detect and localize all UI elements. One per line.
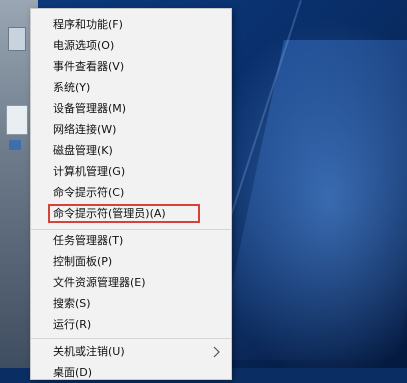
- menu-item-task-manager[interactable]: 任务管理器(T): [31, 231, 231, 251]
- menu-item-system[interactable]: 系统(Y): [31, 78, 231, 98]
- desktop-document-icon[interactable]: [6, 105, 28, 135]
- desktop-file-icon[interactable]: [8, 27, 26, 51]
- menu-separator: [31, 229, 231, 230]
- menu-separator: [31, 338, 231, 339]
- menu-item-label: 运行(R): [53, 318, 92, 331]
- menu-item-desktop[interactable]: 桌面(D): [31, 363, 231, 383]
- menu-item-shutdown-signout[interactable]: 关机或注销(U): [31, 342, 231, 362]
- menu-item-programs-features[interactable]: 程序和功能(F): [31, 15, 231, 35]
- menu-item-label: 程序和功能(F): [53, 18, 123, 31]
- menu-item-label: 命令提示符(C): [53, 186, 125, 199]
- menu-item-file-explorer[interactable]: 文件资源管理器(E): [31, 273, 231, 293]
- menu-item-label: 电源选项(O): [53, 39, 115, 52]
- wallpaper-light-beam: [215, 40, 407, 360]
- winx-context-menu: 程序和功能(F) 电源选项(O) 事件查看器(V) 系统(Y) 设备管理器(M)…: [30, 8, 232, 380]
- menu-item-run[interactable]: 运行(R): [31, 315, 231, 335]
- menu-item-label: 关机或注销(U): [53, 345, 125, 358]
- annotation-highlight-box: [48, 204, 200, 223]
- menu-item-control-panel[interactable]: 控制面板(P): [31, 252, 231, 272]
- menu-item-label: 磁盘管理(K): [53, 144, 113, 157]
- menu-item-label: 控制面板(P): [53, 255, 113, 268]
- menu-item-device-manager[interactable]: 设备管理器(M): [31, 99, 231, 119]
- menu-item-power-options[interactable]: 电源选项(O): [31, 36, 231, 56]
- menu-item-label: 计算机管理(G): [53, 165, 126, 178]
- shortcut-arrow-icon: [9, 140, 21, 150]
- menu-item-computer-management[interactable]: 计算机管理(G): [31, 162, 231, 182]
- menu-item-label: 事件查看器(V): [53, 60, 125, 73]
- chevron-right-icon: [213, 346, 220, 358]
- menu-item-label: 设备管理器(M): [53, 102, 127, 115]
- menu-item-search[interactable]: 搜索(S): [31, 294, 231, 314]
- menu-item-event-viewer[interactable]: 事件查看器(V): [31, 57, 231, 77]
- menu-item-label: 网络连接(W): [53, 123, 117, 136]
- menu-item-label: 搜索(S): [53, 297, 91, 310]
- menu-item-label: 任务管理器(T): [53, 234, 124, 247]
- menu-item-label: 文件资源管理器(E): [53, 276, 146, 289]
- menu-item-disk-management[interactable]: 磁盘管理(K): [31, 141, 231, 161]
- menu-item-network-connections[interactable]: 网络连接(W): [31, 120, 231, 140]
- menu-item-label: 系统(Y): [53, 81, 91, 94]
- menu-item-command-prompt[interactable]: 命令提示符(C): [31, 183, 231, 203]
